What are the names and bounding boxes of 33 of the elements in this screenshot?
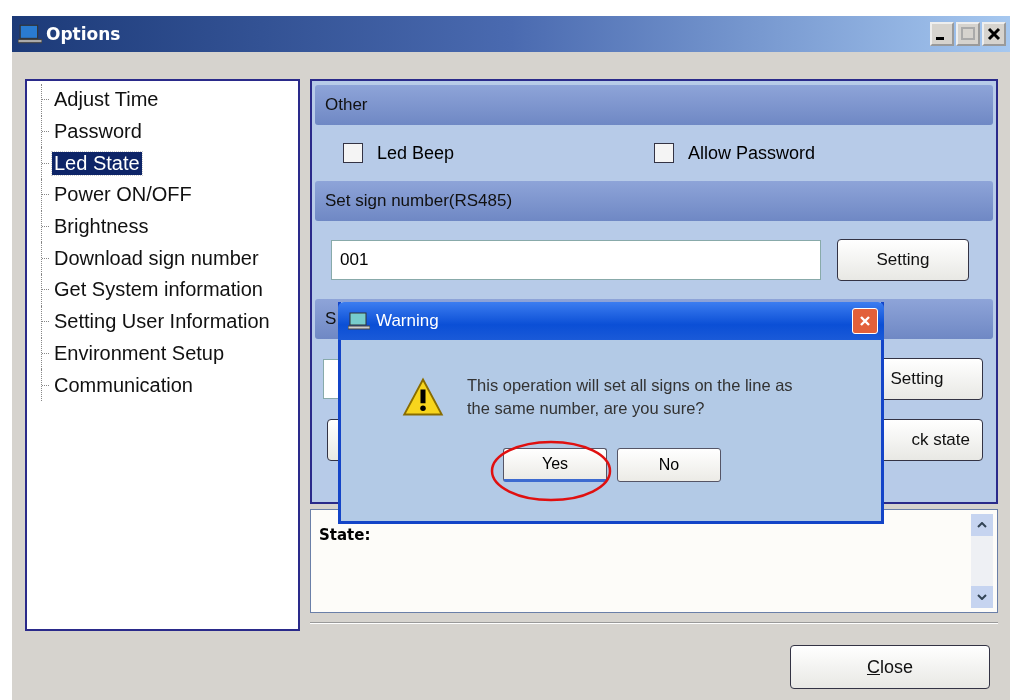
- tree-item[interactable]: Brightness: [52, 215, 151, 239]
- scrollbar[interactable]: [971, 514, 993, 608]
- close-icon: [859, 315, 871, 327]
- dialog-message: This operation will set all signs on the line as the same number, are you sure?: [467, 375, 794, 419]
- close-button[interactable]: Close: [790, 645, 990, 689]
- monitor-icon: [18, 24, 42, 44]
- tree-item[interactable]: Setting User Information: [52, 310, 272, 334]
- tree-item[interactable]: Get System information: [52, 278, 265, 302]
- tree-item[interactable]: Adjust Time: [52, 88, 161, 112]
- minimize-button[interactable]: [930, 22, 954, 46]
- dialog-button[interactable]: No: [617, 448, 721, 482]
- tree-item[interactable]: Led State: [52, 151, 142, 175]
- section-header: Other: [315, 85, 993, 125]
- tree-item[interactable]: Password: [52, 120, 144, 144]
- checkbox[interactable]: Allow Password: [654, 142, 965, 164]
- tree-item[interactable]: Power ON/OFF: [52, 183, 194, 207]
- tree-item[interactable]: Communication: [52, 373, 195, 397]
- scroll-up-icon[interactable]: [971, 514, 993, 536]
- input-field[interactable]: 001: [331, 240, 821, 280]
- monitor-icon: [348, 312, 370, 330]
- tree-item[interactable]: Environment Setup: [52, 341, 227, 365]
- scroll-down-icon[interactable]: [971, 586, 993, 608]
- close-button[interactable]: [982, 22, 1006, 46]
- section-header: Set sign number(RS485): [315, 181, 993, 221]
- status-label: State:: [319, 526, 371, 546]
- checkbox[interactable]: Led Beep: [343, 142, 654, 164]
- minimize-icon: [936, 36, 944, 40]
- tree-item[interactable]: Download sign number: [52, 246, 261, 270]
- dialog-button[interactable]: Yes: [503, 448, 607, 482]
- warning-icon: [401, 377, 445, 417]
- window-title: Options: [46, 24, 122, 44]
- dialog-title: Warning: [376, 311, 440, 331]
- setting-button[interactable]: Setting: [837, 239, 969, 281]
